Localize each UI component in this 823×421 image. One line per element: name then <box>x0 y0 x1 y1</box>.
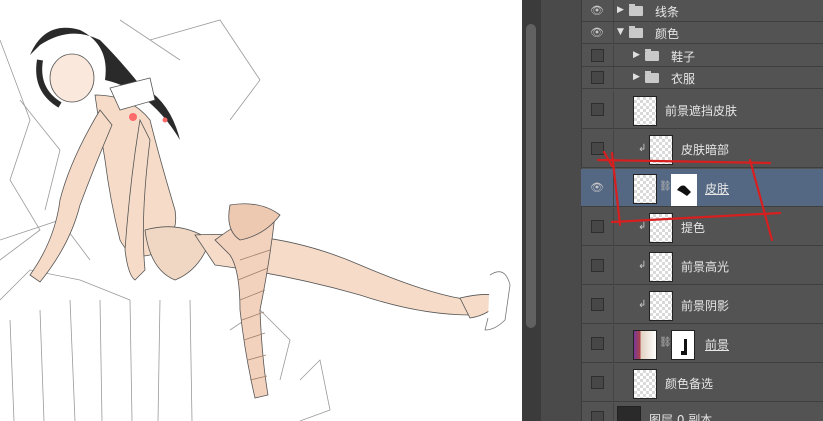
layer-group-clothes[interactable]: ▶ 衣服 <box>581 67 823 89</box>
hidden-box-icon <box>590 410 604 421</box>
layer-fg-highlight[interactable]: ↲ 前景高光 <box>581 247 823 285</box>
eye-icon: 👁 <box>590 26 604 39</box>
expand-triangle-icon[interactable]: ▶ <box>617 5 624 15</box>
visibility-toggle[interactable] <box>581 45 614 66</box>
layer-group-color[interactable]: 👁 ▼ 颜色 <box>581 22 823 44</box>
folder-open-icon <box>629 26 643 38</box>
hidden-box-icon <box>590 337 604 350</box>
hidden-box-icon <box>590 220 604 233</box>
visibility-toggle[interactable] <box>581 247 614 284</box>
eye-icon: 👁 <box>590 181 604 194</box>
eye-icon: 👁 <box>590 4 604 17</box>
layer-mask-thumbnail[interactable] <box>671 330 695 360</box>
layer-name: 图层 0 副本 <box>649 413 713 421</box>
layer-thumbnail <box>633 330 657 360</box>
scroll-thumb[interactable] <box>526 24 536 328</box>
hidden-box-icon <box>590 103 604 116</box>
visibility-toggle[interactable] <box>581 130 614 167</box>
layer-fg-occlude-skin[interactable]: 前景遮挡皮肤 <box>581 91 823 129</box>
collapse-triangle-icon[interactable]: ▼ <box>617 27 624 37</box>
hidden-box-icon <box>590 259 604 272</box>
layer-name: 前景 <box>705 338 730 352</box>
visibility-toggle[interactable] <box>581 286 614 323</box>
visibility-toggle[interactable]: 👁 <box>581 169 614 206</box>
layer-name: 衣服 <box>671 72 696 86</box>
panel-gutter <box>541 0 582 421</box>
layer-name: 颜色 <box>655 27 680 41</box>
layer-name: 线条 <box>655 5 680 19</box>
visibility-toggle[interactable] <box>581 403 614 421</box>
hidden-box-icon <box>590 298 604 311</box>
layer-thumbnail <box>649 135 673 165</box>
layer-group-shoes[interactable]: ▶ 鞋子 <box>581 45 823 67</box>
folder-icon <box>645 71 659 83</box>
layer-name: 皮肤 <box>705 182 730 196</box>
clip-arrow-icon: ↲ <box>638 260 647 271</box>
layer-thumbnail <box>633 174 657 204</box>
layer-name: 前景高光 <box>681 260 730 274</box>
hidden-box-icon <box>590 71 604 84</box>
visibility-toggle[interactable] <box>581 325 614 362</box>
layer-name: 颜色备选 <box>665 377 714 391</box>
clip-arrow-icon: ↲ <box>638 299 647 310</box>
layer-color-alt[interactable]: 颜色备选 <box>581 364 823 402</box>
layer-name: 鞋子 <box>671 50 696 64</box>
layer-name: 提色 <box>681 221 706 235</box>
visibility-toggle[interactable] <box>581 91 614 128</box>
layers-panel: 👁 ▶ 线条 👁 ▼ 颜色 ▶ 鞋子 ▶ 衣服 前景遮挡皮肤 ↲ 皮肤暗部 👁 … <box>541 0 823 421</box>
visibility-toggle[interactable]: 👁 <box>581 0 614 21</box>
chain-link-icon[interactable]: ⛓ <box>659 181 672 192</box>
layer-thumbnail <box>649 252 673 282</box>
layer-skin-dark[interactable]: ↲ 皮肤暗部 <box>581 130 823 168</box>
layer-thumbnail <box>633 369 657 399</box>
hidden-box-icon <box>590 376 604 389</box>
visibility-toggle[interactable] <box>581 364 614 401</box>
layer-name: 前景阴影 <box>681 299 730 313</box>
layer-tint[interactable]: ↲ 提色 <box>581 208 823 246</box>
layer-skin[interactable]: 👁 ⛓ 皮肤 <box>581 169 823 207</box>
layer-name: 皮肤暗部 <box>681 143 730 157</box>
expand-triangle-icon[interactable]: ▶ <box>633 72 640 82</box>
folder-icon <box>629 4 643 16</box>
visibility-toggle[interactable]: 👁 <box>581 22 614 43</box>
artwork-illustration <box>0 19 511 421</box>
layer-copy[interactable]: 图层 0 副本 <box>581 403 823 421</box>
layer-thumbnail <box>649 291 673 321</box>
layer-fg-shadow[interactable]: ↲ 前景阴影 <box>581 286 823 324</box>
hidden-box-icon <box>590 142 604 155</box>
layer-thumbnail <box>617 406 641 421</box>
clip-arrow-icon: ↲ <box>638 143 647 154</box>
document-canvas[interactable] <box>0 0 522 421</box>
hidden-box-icon <box>590 49 604 62</box>
expand-triangle-icon[interactable]: ▶ <box>633 50 640 60</box>
visibility-toggle[interactable] <box>581 208 614 245</box>
folder-icon <box>645 49 659 61</box>
layer-thumbnail <box>633 96 657 126</box>
layer-name: 前景遮挡皮肤 <box>665 104 738 118</box>
layer-foreground[interactable]: ⛓ 前景 <box>581 325 823 363</box>
layer-group-lines[interactable]: 👁 ▶ 线条 <box>581 0 823 22</box>
layer-thumbnail <box>649 213 673 243</box>
clip-arrow-icon: ↲ <box>638 221 647 232</box>
layer-mask-thumbnail[interactable] <box>671 174 697 206</box>
chain-link-icon[interactable]: ⛓ <box>659 337 672 348</box>
canvas-vertical-scrollbar[interactable] <box>522 0 541 421</box>
visibility-toggle[interactable] <box>581 67 614 88</box>
